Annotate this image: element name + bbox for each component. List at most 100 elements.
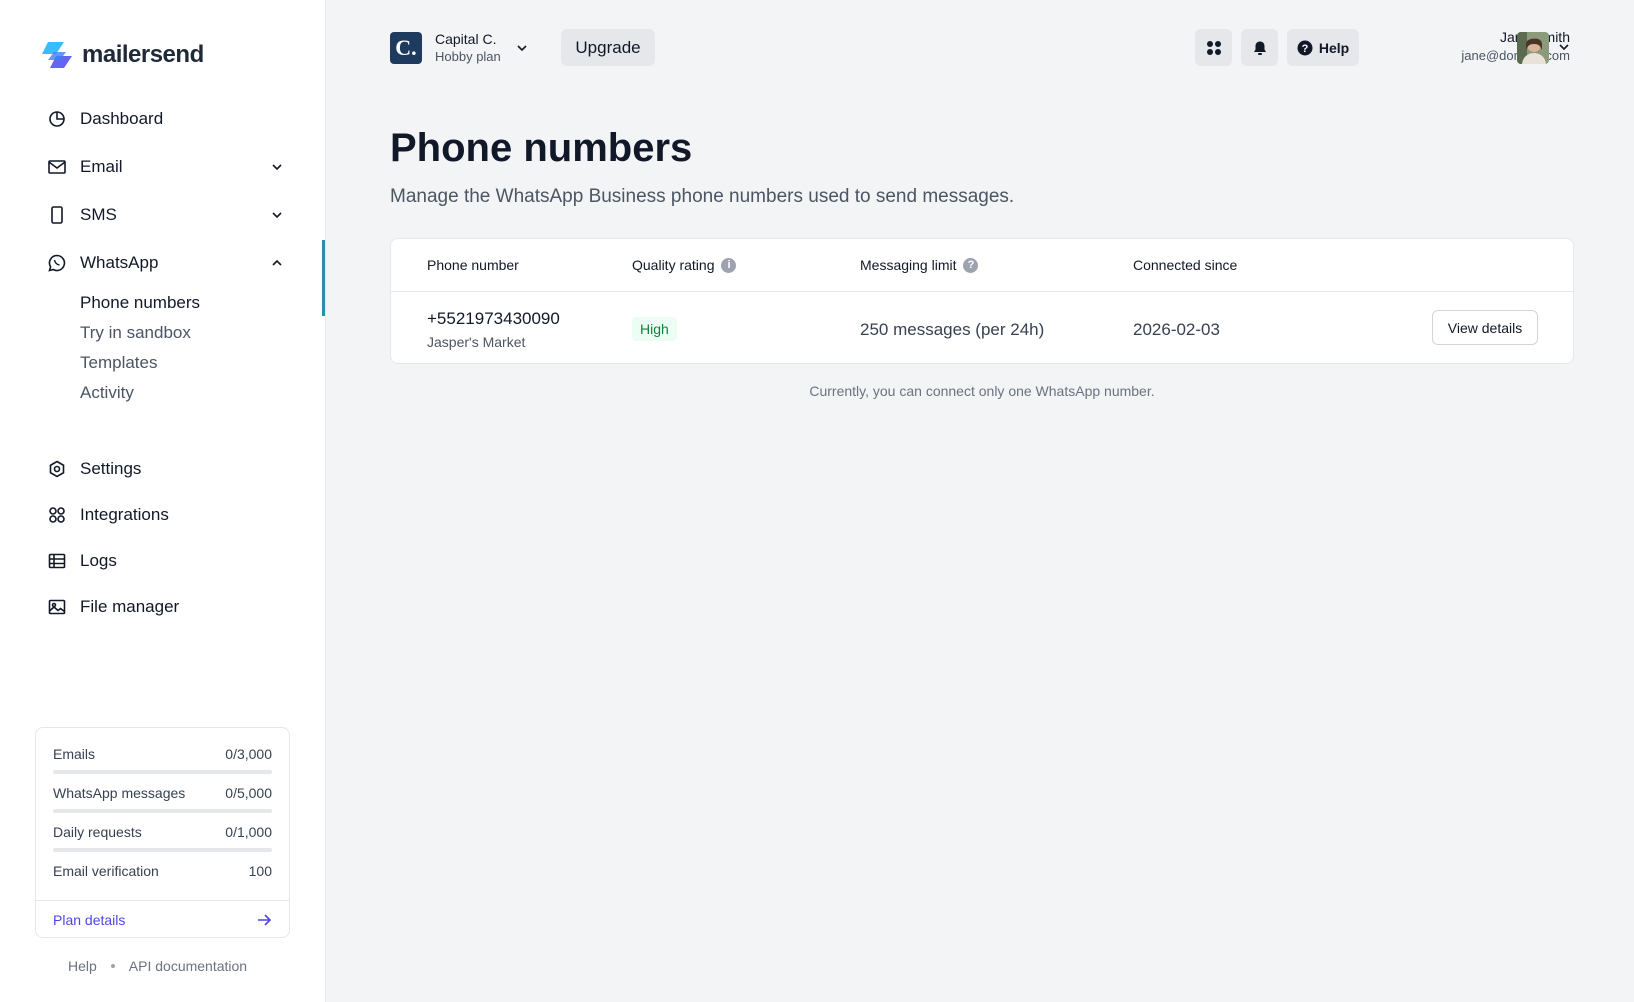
usage-value: 0/5,000 bbox=[225, 785, 272, 801]
column-header-quality-rating: Quality rating i bbox=[632, 257, 737, 273]
column-header-messaging-limit: Messaging limit ? bbox=[860, 257, 979, 273]
usage-label: Email verification bbox=[53, 863, 159, 879]
question-circle-icon: ? bbox=[1297, 40, 1313, 55]
usage-progress-bar bbox=[53, 770, 272, 774]
logo-text: mailersend bbox=[82, 41, 204, 68]
usage-label: Emails bbox=[53, 746, 96, 762]
chevron-down-icon[interactable] bbox=[1557, 40, 1571, 54]
business-name: Jasper's Market bbox=[427, 334, 526, 350]
header-label: Quality rating bbox=[632, 257, 715, 273]
chevron-up-icon[interactable] bbox=[270, 256, 284, 270]
header-label: Connected since bbox=[1133, 257, 1238, 273]
sidebar-item-sms[interactable]: SMS bbox=[48, 199, 298, 231]
quality-rating-badge: High bbox=[632, 317, 677, 341]
usage-progress-bar bbox=[53, 809, 272, 813]
sidebar-item-dashboard[interactable]: Dashboard bbox=[48, 103, 298, 135]
settings-icon bbox=[48, 460, 66, 478]
page-description: Manage the WhatsApp Business phone numbe… bbox=[390, 186, 1015, 207]
sidebar-item-settings[interactable]: Settings bbox=[48, 453, 298, 485]
sidebar-item-integrations[interactable]: Integrations bbox=[48, 499, 298, 531]
sidebar-item-label: File manager bbox=[80, 597, 180, 616]
sidebar-subitem-phone-numbers[interactable]: Phone numbers bbox=[80, 293, 200, 313]
divider bbox=[36, 900, 289, 901]
svg-text:?: ? bbox=[1301, 43, 1308, 55]
api-documentation-link[interactable]: API documentation bbox=[129, 958, 247, 974]
view-details-button[interactable]: View details bbox=[1432, 310, 1538, 345]
user-email: jane@domain.com bbox=[1461, 48, 1570, 63]
help-label: Help bbox=[1318, 39, 1350, 56]
header-label: Phone number bbox=[427, 257, 519, 273]
sidebar-subitem-templates[interactable]: Templates bbox=[80, 353, 157, 373]
pie-chart-icon bbox=[48, 110, 66, 128]
connected-since-value: 2026-02-03 bbox=[1133, 320, 1220, 339]
usage-value: 100 bbox=[248, 863, 272, 879]
logo[interactable]: mailersend bbox=[42, 40, 204, 70]
connection-limit-note: Currently, you can connect only one What… bbox=[809, 383, 1155, 399]
whatsapp-icon bbox=[48, 254, 66, 272]
account-plan: Hobby plan bbox=[435, 49, 501, 64]
help-button[interactable]: ? Help bbox=[1287, 29, 1359, 66]
usage-row-whatsapp-messages: WhatsApp messages 0/5,000 bbox=[53, 785, 272, 801]
sidebar-footer: Help API documentation bbox=[68, 958, 247, 974]
separator-dot bbox=[110, 964, 115, 968]
header-label: Messaging limit bbox=[860, 257, 957, 273]
question-icon[interactable]: ? bbox=[963, 257, 979, 273]
plan-details-link[interactable]: Plan details bbox=[53, 912, 125, 928]
sidebar: mailersend Dashboard Email SMS WhatsApp … bbox=[0, 0, 326, 1002]
user-name: Jane Smith bbox=[1499, 29, 1570, 45]
info-icon[interactable]: i bbox=[721, 257, 737, 273]
help-link[interactable]: Help bbox=[68, 958, 97, 974]
integrations-icon bbox=[48, 506, 66, 524]
notifications-button[interactable] bbox=[1241, 29, 1278, 66]
phone-icon bbox=[48, 206, 66, 224]
phone-numbers-table: Phone number Quality rating i Messaging … bbox=[390, 238, 1574, 364]
usage-card: Emails 0/3,000 WhatsApp messages 0/5,000… bbox=[35, 727, 290, 938]
usage-row-email-verification: Email verification 100 bbox=[53, 863, 272, 879]
account-switcher[interactable]: C. Capital C. Hobby plan bbox=[390, 31, 529, 64]
mailersend-logo-icon bbox=[42, 42, 72, 68]
messaging-limit-value: 250 messages (per 24h) bbox=[860, 320, 1045, 339]
table-icon bbox=[48, 552, 66, 570]
sidebar-item-logs[interactable]: Logs bbox=[48, 545, 298, 577]
sidebar-subitem-activity[interactable]: Activity bbox=[80, 383, 134, 403]
page-title: Phone numbers bbox=[390, 126, 693, 170]
sidebar-item-label: Dashboard bbox=[80, 109, 164, 128]
column-header-connected-since: Connected since bbox=[1133, 257, 1237, 273]
chevron-down-icon[interactable] bbox=[270, 160, 284, 174]
envelope-icon bbox=[48, 158, 66, 176]
phone-number-value: +5521973430090 bbox=[427, 309, 560, 328]
bell-icon bbox=[1253, 41, 1266, 55]
usage-label: Daily requests bbox=[53, 824, 142, 840]
apps-grid-icon bbox=[1206, 40, 1221, 55]
account-avatar: C. bbox=[390, 31, 422, 64]
account-name: Capital C. bbox=[435, 31, 497, 47]
sidebar-item-file-manager[interactable]: File manager bbox=[48, 591, 298, 623]
sidebar-item-whatsapp[interactable]: WhatsApp bbox=[48, 247, 298, 279]
upgrade-button[interactable]: Upgrade bbox=[561, 29, 655, 66]
chevron-down-icon bbox=[517, 44, 527, 51]
usage-progress-bar bbox=[53, 848, 272, 852]
usage-row-daily-requests: Daily requests 0/1,000 bbox=[53, 824, 272, 840]
usage-label: WhatsApp messages bbox=[53, 785, 186, 801]
sidebar-item-label: Email bbox=[80, 157, 123, 176]
account-info: Capital C. Hobby plan bbox=[435, 31, 501, 64]
column-header-phone-number: Phone number bbox=[427, 257, 519, 273]
usage-value: 0/1,000 bbox=[225, 824, 272, 840]
sidebar-item-label: Logs bbox=[80, 551, 117, 570]
divider bbox=[391, 291, 1573, 292]
image-icon bbox=[48, 598, 66, 616]
sidebar-item-email[interactable]: Email bbox=[48, 151, 298, 183]
chevron-down-icon[interactable] bbox=[270, 208, 284, 222]
sidebar-item-label: SMS bbox=[80, 205, 117, 224]
sidebar-item-label: Integrations bbox=[80, 505, 169, 524]
user-menu[interactable]: Jane Smith jane@domain.com bbox=[1461, 29, 1570, 63]
usage-row-emails: Emails 0/3,000 bbox=[53, 746, 272, 762]
active-indicator bbox=[322, 240, 325, 316]
user-avatar[interactable] bbox=[1517, 32, 1549, 64]
usage-value: 0/3,000 bbox=[225, 746, 272, 762]
sidebar-item-label: Settings bbox=[80, 459, 142, 478]
apps-button[interactable] bbox=[1195, 29, 1232, 66]
arrow-right-icon[interactable] bbox=[256, 912, 272, 928]
sidebar-subitem-try-in-sandbox[interactable]: Try in sandbox bbox=[80, 323, 191, 343]
sidebar-item-label: WhatsApp bbox=[80, 253, 159, 272]
